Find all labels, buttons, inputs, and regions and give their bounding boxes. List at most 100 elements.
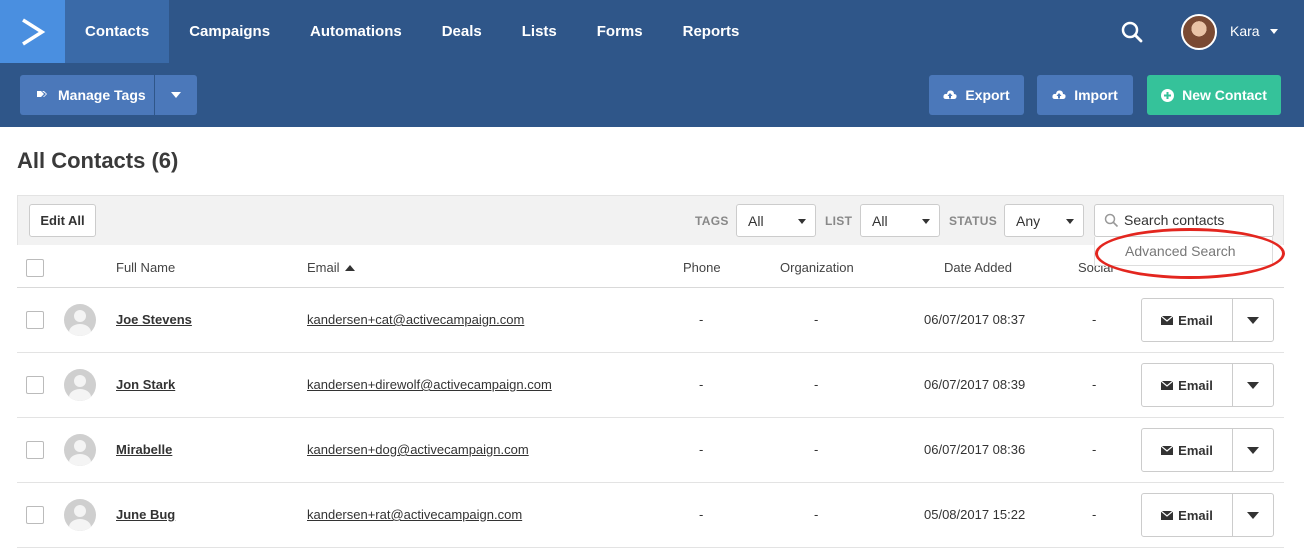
envelope-icon <box>1161 510 1174 520</box>
contact-date-added: 06/07/2017 08:37 <box>924 312 1026 327</box>
user-avatar[interactable] <box>1181 14 1217 50</box>
email-button[interactable]: Email <box>1142 494 1233 536</box>
nav-contacts[interactable]: Contacts <box>65 0 170 63</box>
search-contacts-input[interactable] <box>1124 212 1269 228</box>
table-row: June Bug kandersen+rat@activecampaign.co… <box>17 483 1284 548</box>
search-icon[interactable] <box>1118 18 1146 46</box>
contact-social: - <box>1092 507 1097 522</box>
tags-filter-select[interactable]: All <box>736 204 816 237</box>
email-button[interactable]: Email <box>1142 364 1233 406</box>
list-filter-select[interactable]: All <box>860 204 940 237</box>
status-filter-label: STATUS <box>949 214 998 228</box>
avatar <box>64 369 96 401</box>
contact-social: - <box>1092 377 1097 392</box>
column-full-name[interactable]: Full Name <box>116 260 175 275</box>
chevron-down-icon <box>1247 446 1259 454</box>
contact-organization: - <box>814 507 819 522</box>
contacts-toolbar: Manage Tags Export Import New Contact <box>0 63 1304 127</box>
manage-tags-label: Manage Tags <box>58 87 146 103</box>
user-name[interactable]: Kara <box>1230 23 1260 39</box>
nav-reports[interactable]: Reports <box>663 0 760 63</box>
row-actions-dropdown[interactable] <box>1233 494 1273 536</box>
chevron-down-icon <box>1247 381 1259 389</box>
row-checkbox[interactable] <box>26 506 44 524</box>
import-label: Import <box>1074 87 1118 103</box>
contact-name-link[interactable]: Joe Stevens <box>116 312 192 327</box>
email-button-group: Email <box>1141 493 1274 537</box>
email-button-label: Email <box>1178 377 1213 393</box>
new-contact-button[interactable]: New Contact <box>1147 75 1281 115</box>
export-button[interactable]: Export <box>929 75 1024 115</box>
nav-automations[interactable]: Automations <box>290 0 422 63</box>
email-button-group: Email <box>1141 298 1274 342</box>
avatar <box>64 434 96 466</box>
nav-deals[interactable]: Deals <box>422 0 502 63</box>
tags-icon <box>37 91 47 97</box>
chevron-down-icon <box>1247 511 1259 519</box>
import-button[interactable]: Import <box>1037 75 1133 115</box>
contact-email-link[interactable]: kandersen+cat@activecampaign.com <box>307 312 524 327</box>
nav-campaigns[interactable]: Campaigns <box>169 0 290 63</box>
cloud-upload-icon <box>1052 90 1066 99</box>
top-navigation: Contacts Campaigns Automations Deals Lis… <box>0 0 1304 63</box>
plus-circle-icon <box>1161 88 1175 102</box>
table-row: Mirabelle kandersen+dog@activecampaign.c… <box>17 418 1284 483</box>
highlight-ellipse <box>1095 228 1285 279</box>
row-actions-dropdown[interactable] <box>1233 299 1273 341</box>
table-row: Jon Stark kandersen+direwolf@activecampa… <box>17 353 1284 418</box>
email-button-label: Email <box>1178 312 1213 328</box>
column-phone[interactable]: Phone <box>683 260 721 275</box>
contact-name-link[interactable]: June Bug <box>116 507 175 522</box>
row-checkbox[interactable] <box>26 311 44 329</box>
list-filter-label: LIST <box>825 214 853 228</box>
contact-phone: - <box>699 507 704 522</box>
row-checkbox[interactable] <box>26 376 44 394</box>
column-email-label: Email <box>307 260 340 275</box>
contact-social: - <box>1092 442 1097 457</box>
column-email[interactable]: Email <box>307 260 355 275</box>
table-row: Joe Stevens kandersen+cat@activecampaign… <box>17 288 1284 353</box>
contact-name-link[interactable]: Jon Stark <box>116 377 175 392</box>
row-checkbox[interactable] <box>26 441 44 459</box>
email-button[interactable]: Email <box>1142 429 1233 471</box>
new-contact-label: New Contact <box>1182 87 1267 103</box>
export-label: Export <box>965 87 1010 103</box>
contact-email-link[interactable]: kandersen+rat@activecampaign.com <box>307 507 522 522</box>
nav-lists[interactable]: Lists <box>502 0 577 63</box>
email-button[interactable]: Email <box>1142 299 1233 341</box>
select-all-checkbox[interactable] <box>26 259 44 277</box>
search-icon <box>1104 213 1119 228</box>
envelope-icon <box>1161 445 1174 455</box>
contact-name-link[interactable]: Mirabelle <box>116 442 172 457</box>
contact-email-link[interactable]: kandersen+direwolf@activecampaign.com <box>307 377 552 392</box>
chevron-logo-icon <box>21 18 45 45</box>
chevron-down-icon <box>171 92 181 98</box>
email-button-group: Email <box>1141 363 1274 407</box>
cloud-upload-icon <box>943 90 957 99</box>
column-organization[interactable]: Organization <box>780 260 854 275</box>
column-date-added[interactable]: Date Added <box>944 260 1012 275</box>
nav-forms[interactable]: Forms <box>577 0 663 63</box>
status-filter-select[interactable]: Any <box>1004 204 1084 237</box>
row-actions-dropdown[interactable] <box>1233 429 1273 471</box>
list-filter-value: All <box>872 212 888 229</box>
contact-organization: - <box>814 312 819 327</box>
contact-email-link[interactable]: kandersen+dog@activecampaign.com <box>307 442 529 457</box>
email-button-label: Email <box>1178 442 1213 458</box>
manage-tags-dropdown-button[interactable] <box>155 75 197 115</box>
envelope-icon <box>1161 380 1174 390</box>
main-nav: Contacts Campaigns Automations Deals Lis… <box>65 0 759 63</box>
chevron-down-icon <box>1066 219 1074 224</box>
manage-tags-button[interactable]: Manage Tags <box>20 75 155 115</box>
row-actions-dropdown[interactable] <box>1233 364 1273 406</box>
contact-social: - <box>1092 312 1097 327</box>
edit-all-button[interactable]: Edit All <box>29 204 96 237</box>
page-title: All Contacts (6) <box>17 148 179 173</box>
tags-filter-label: TAGS <box>695 214 729 228</box>
user-menu-caret-icon[interactable] <box>1270 29 1278 34</box>
contact-date-added: 06/07/2017 08:39 <box>924 377 1026 392</box>
contact-phone: - <box>699 442 704 457</box>
contact-phone: - <box>699 312 704 327</box>
email-button-group: Email <box>1141 428 1274 472</box>
activecampaign-logo[interactable] <box>0 0 65 63</box>
